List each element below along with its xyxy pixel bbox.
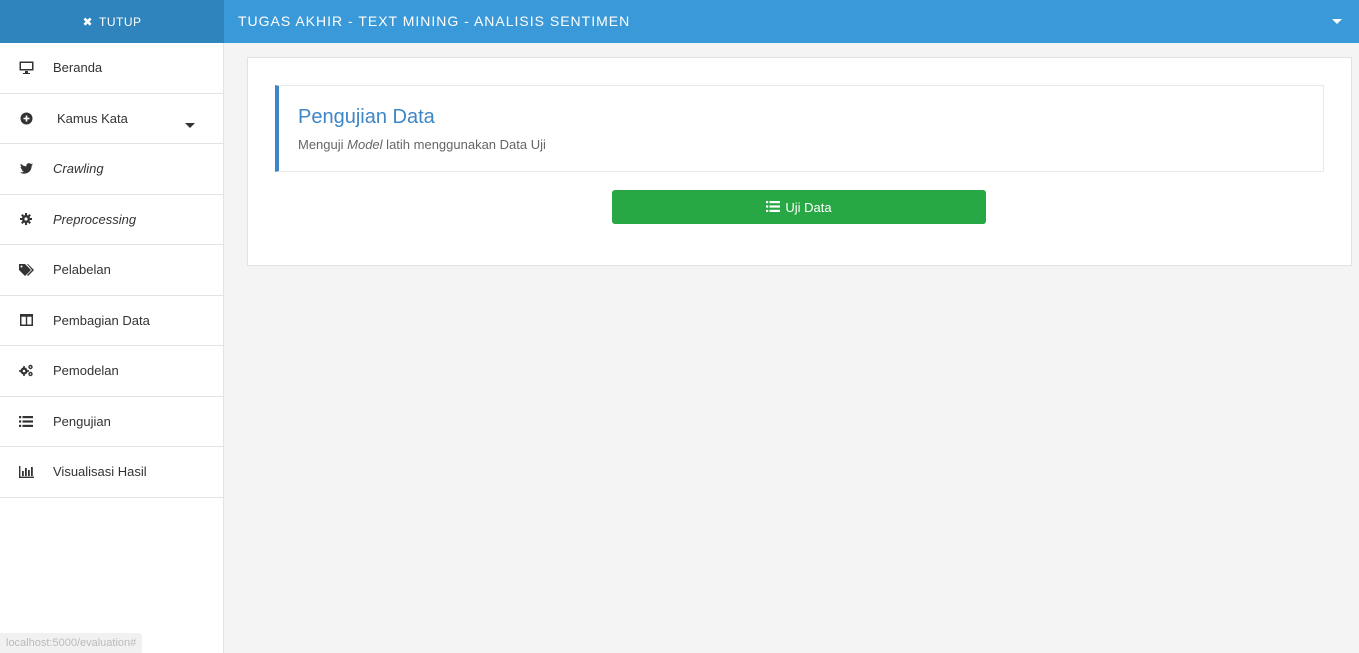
sidebar-item-beranda[interactable]: Beranda [0, 43, 223, 94]
sidebar-item-label: Visualisasi Hasil [53, 464, 147, 480]
sidebar: Beranda Kamus Kata Crawling Preprocessin… [0, 43, 224, 653]
sidebar-item-pelabelan[interactable]: Pelabelan [0, 245, 223, 296]
close-icon: ✖ [82, 14, 94, 29]
gear-icon [18, 211, 34, 227]
sidebar-item-kamus-kata[interactable]: Kamus Kata [0, 94, 223, 144]
subtitle-emphasis: Model [347, 137, 383, 152]
plus-circle-icon [18, 110, 34, 126]
sidebar-item-label: Kamus Kata [57, 110, 128, 126]
sidebar-toggle-button[interactable]: ✖ TUTUP [0, 0, 224, 43]
sidebar-toggle-label: TUTUP [99, 14, 142, 29]
sidebar-item-label: Crawling [53, 161, 104, 177]
list-icon [18, 413, 34, 429]
sidebar-item-label: Pembagian Data [53, 312, 150, 328]
sidebar-item-label: Pengujian [53, 413, 111, 429]
sidebar-item-crawling[interactable]: Crawling [0, 144, 223, 195]
sidebar-item-pemodelan[interactable]: Pemodelan [0, 346, 223, 397]
gears-icon [18, 363, 34, 379]
sidebar-item-label: Pelabelan [53, 262, 111, 278]
page-header-callout: Pengujian Data Menguji Model latih mengg… [275, 85, 1324, 172]
columns-icon [18, 312, 34, 328]
sidebar-item-label: Beranda [53, 60, 103, 76]
sidebar-item-label: Preprocessing [53, 211, 137, 227]
status-bar-url: localhost:5000/evaluation# [0, 633, 143, 653]
caret-down-icon [1332, 19, 1342, 24]
sidebar-item-preprocessing[interactable]: Preprocessing [0, 195, 223, 245]
sidebar-item-visualisasi-hasil[interactable]: Visualisasi Hasil [0, 447, 223, 498]
user-menu-dropdown[interactable] [1331, 15, 1343, 27]
sidebar-item-pembagian-data[interactable]: Pembagian Data [0, 296, 223, 346]
tags-icon [18, 262, 34, 278]
sidebar-item-pengujian[interactable]: Pengujian [0, 397, 223, 447]
desktop-icon [18, 60, 34, 76]
list-icon [766, 200, 781, 215]
chevron-down-icon [185, 116, 195, 134]
twitter-icon [18, 161, 34, 177]
sidebar-item-label: Pemodelan [53, 363, 119, 379]
top-navbar: ✖ TUTUP TUGAS AKHIR - TEXT MINING - ANAL… [0, 0, 1359, 43]
app-title: TUGAS AKHIR - TEXT MINING - ANALISIS SEN… [238, 13, 631, 29]
page-subtitle: Menguji Model latih menggunakan Data Uji [298, 137, 546, 152]
uji-data-button[interactable]: Uji Data [612, 190, 986, 224]
content-panel: Pengujian Data Menguji Model latih mengg… [247, 57, 1352, 266]
subtitle-suffix: latih menggunakan Data Uji [382, 137, 546, 152]
uji-data-label: Uji Data [785, 199, 832, 215]
page-title: Pengujian Data [298, 106, 435, 128]
bar-chart-icon [18, 464, 34, 480]
subtitle-prefix: Menguji [298, 137, 348, 152]
